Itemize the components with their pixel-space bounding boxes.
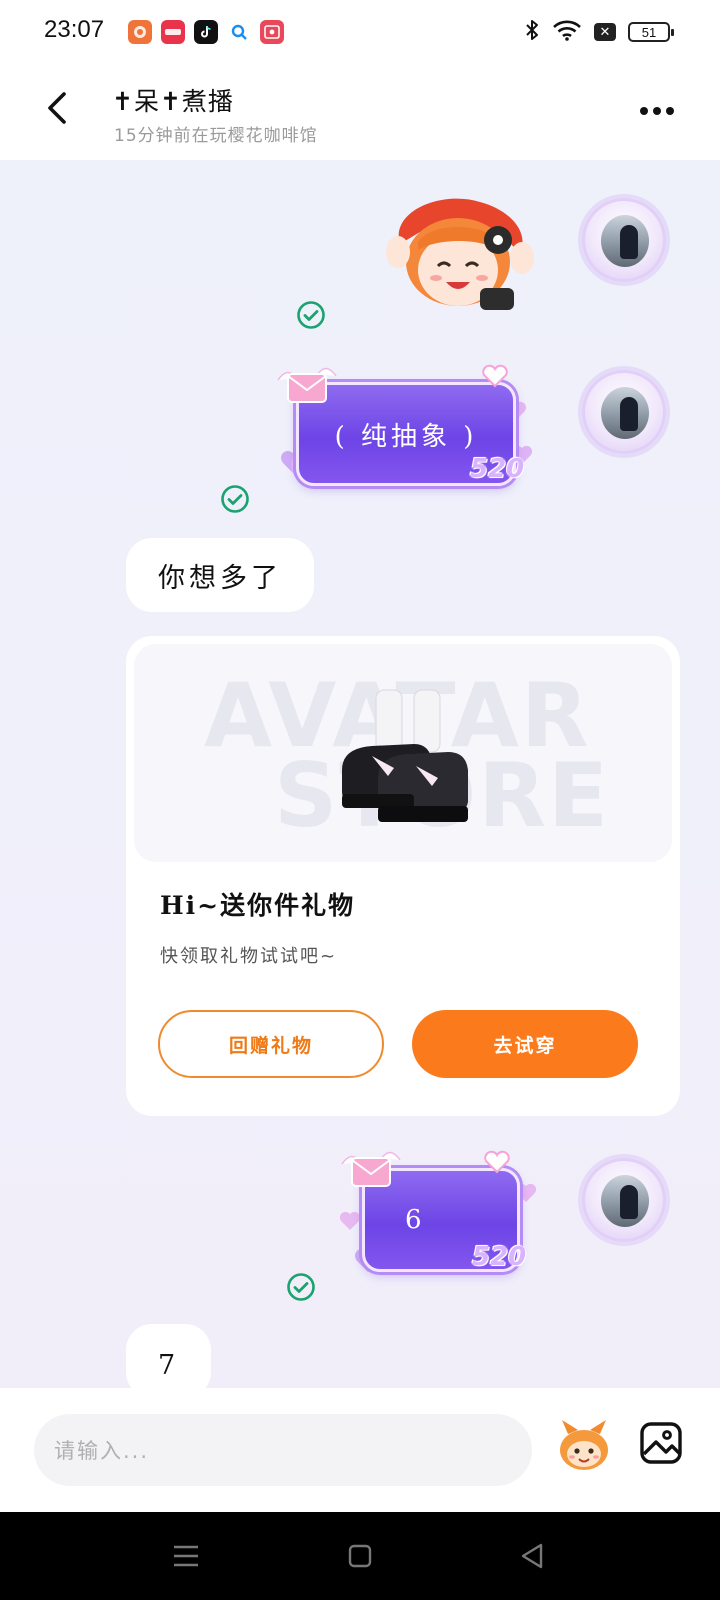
chat-area[interactable]: ( 纯抽象 ) 520 你想多了 AVATAR STORE [0,160,720,1388]
dot-icon [653,107,661,115]
more-options-button[interactable] [634,96,680,126]
tiktok-icon [194,20,218,44]
gift-message-text: ( 纯抽象 ) [334,421,478,452]
incoming-text-message[interactable]: 7 [126,1324,212,1388]
close-box-icon: ✕ [594,23,616,41]
back-button[interactable] [36,88,76,132]
pink-heart-icon [482,364,508,392]
gift-message-text: 6 [405,1205,426,1235]
battery-icon: 51 [628,22,674,42]
avatar-person [620,397,638,431]
record-icon [260,20,284,44]
message-input[interactable]: 请输入... [34,1414,532,1486]
read-check-icon [296,300,326,330]
menu-icon [174,1545,198,1567]
system-icons: ✕ 51 [524,18,674,46]
status-bar: 23:07 ✕ 51 [0,0,720,66]
gift-520-badge: 520 [472,1242,527,1272]
return-gift-button[interactable]: 回赠礼物 [158,1010,384,1078]
chat-header: ✝呆✝煮播 15分钟前在玩樱花咖啡馆 [0,66,720,160]
gift-card-title: Hi~送你件礼物 [160,891,356,920]
image-button[interactable] [636,1418,686,1468]
back-nav-button[interactable] [512,1538,552,1574]
gift-card[interactable]: AVATAR STORE Hi~送你件礼物 快领取礼物试试吧~ 回赠礼物 去试穿 [126,636,680,1116]
incoming-text-message[interactable]: 你想多了 [126,538,314,612]
search-app-icon [227,20,251,44]
home-square-icon [348,1544,372,1568]
system-nav-bar [0,1512,720,1600]
my-avatar[interactable] [582,198,666,282]
try-on-button[interactable]: 去试穿 [412,1010,638,1078]
envelope-wings-icon [274,360,340,414]
anime-girl-sticker-icon [386,198,534,310]
app-orange-icon [128,20,152,44]
battery-level: 51 [641,24,657,40]
my-avatar[interactable] [582,370,666,454]
back-triangle-icon [521,1543,543,1569]
avatar-person [620,1185,638,1219]
my-avatar[interactable] [582,1158,666,1242]
image-icon [640,1422,682,1464]
input-bar: 请输入... [0,1388,720,1512]
gift-520-badge: 520 [470,454,525,484]
emoji-button[interactable] [554,1416,614,1476]
bluetooth-icon [524,18,540,46]
menu-nav-button[interactable] [166,1538,206,1574]
home-nav-button[interactable] [340,1538,380,1574]
wifi-icon [552,19,582,45]
app-red-icon [161,20,185,44]
envelope-wings-icon [338,1144,404,1198]
gift-bubble-message[interactable]: 6 520 [338,1144,542,1284]
pink-heart-icon [484,1150,510,1178]
status-time: 23:07 [44,16,105,43]
contact-status: 15分钟前在玩樱花咖啡馆 [114,126,318,146]
contact-name[interactable]: ✝呆✝煮播 [112,82,234,118]
gift-card-subtitle: 快领取礼物试试吧~ [160,946,338,967]
shoes-gift-icon [342,689,468,822]
dot-icon [640,107,648,115]
avatar-person [620,225,638,259]
mascot-emoji-icon [560,1420,608,1470]
gift-bubble-message[interactable]: ( 纯抽象 ) 520 [272,356,542,496]
chevron-left-icon [45,91,67,129]
sticker-message[interactable] [380,192,540,322]
dot-icon [666,107,674,115]
read-check-icon [286,1272,316,1302]
notification-icons [128,20,284,44]
gift-card-image[interactable]: AVATAR STORE [134,644,672,862]
read-check-icon [220,484,250,514]
